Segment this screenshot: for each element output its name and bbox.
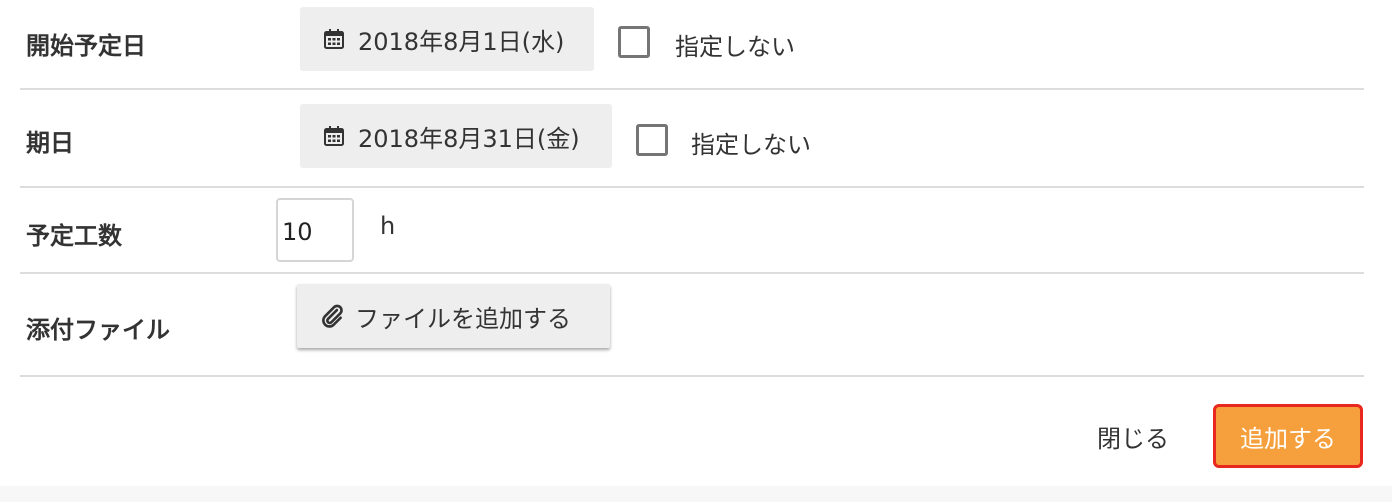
estimated-hours-input[interactable]: [276, 198, 354, 262]
add-file-button-label: ファイルを追加する: [355, 304, 571, 333]
close-button-label: 閉じる: [1097, 424, 1169, 453]
calendar-icon: [324, 126, 344, 146]
due-date-picker-button[interactable]: 2018年8月31日(金): [300, 104, 612, 168]
start-date-unset-checkbox[interactable]: [618, 26, 650, 58]
due-date-label: 期日: [26, 129, 74, 157]
estimated-hours-row: 予定工数: [20, 188, 1364, 274]
add-file-button[interactable]: ファイルを追加する: [297, 284, 610, 348]
start-date-picker-button[interactable]: 2018年8月1日(水): [300, 7, 594, 71]
task-form: 開始予定日 2018年8月1日(水) 指定しない 期日 2018年8月31日(金…: [0, 0, 1392, 502]
start-date-value: 2018年8月1日(水): [358, 27, 565, 56]
paperclip-icon: [322, 304, 343, 328]
start-date-label: 開始予定日: [26, 32, 146, 60]
submit-add-button[interactable]: 追加する: [1213, 404, 1363, 468]
due-date-unset-label: 指定しない: [691, 131, 811, 159]
hours-unit-label: h: [380, 212, 396, 240]
attachment-row: 添付ファイル: [20, 274, 1364, 377]
submit-add-button-label: 追加する: [1240, 424, 1336, 453]
estimated-hours-label: 予定工数: [26, 222, 122, 250]
attachment-label: 添付ファイル: [26, 316, 170, 344]
calendar-icon: [324, 29, 344, 49]
footer-strip: [0, 486, 1392, 502]
due-date-unset-checkbox[interactable]: [636, 124, 668, 156]
close-button[interactable]: 閉じる: [1078, 404, 1188, 468]
due-date-value: 2018年8月31日(金): [358, 124, 580, 153]
start-date-unset-label: 指定しない: [675, 33, 795, 61]
